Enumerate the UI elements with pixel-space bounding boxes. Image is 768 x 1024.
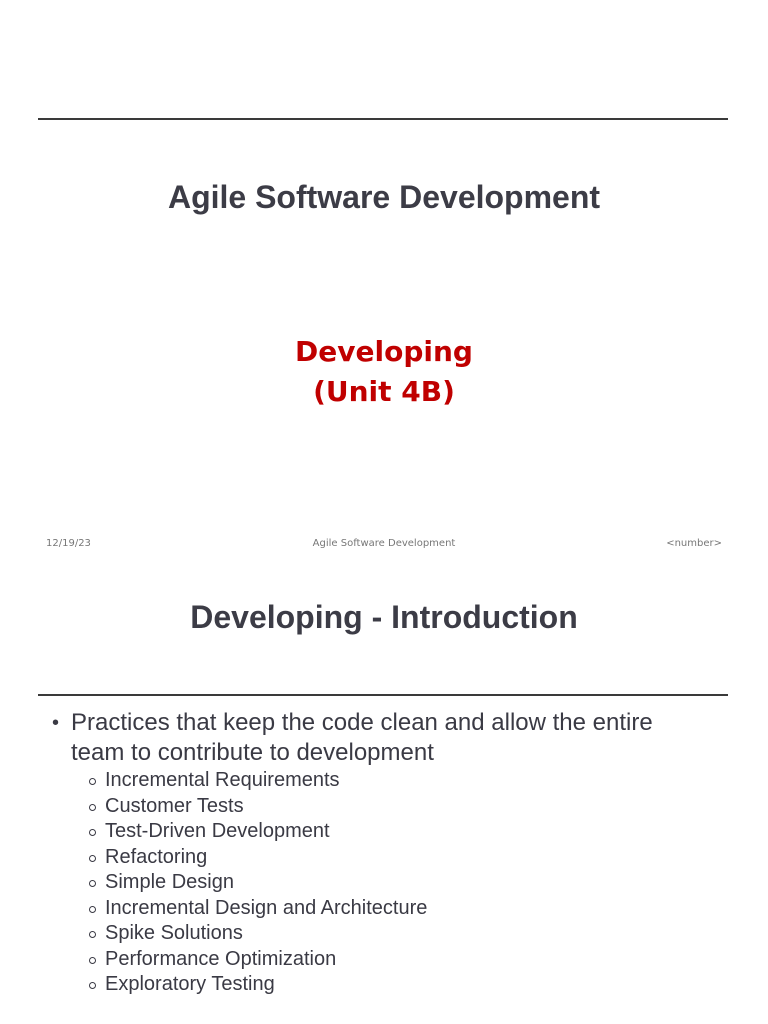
hollow-bullet-icon bbox=[89, 982, 96, 989]
footer-slide-number: <number> bbox=[666, 538, 722, 549]
sub-bullet-text: Incremental Requirements bbox=[105, 769, 340, 791]
hollow-bullet-icon bbox=[89, 854, 96, 862]
content-slide: Developing - Introduction Practices that… bbox=[0, 560, 768, 1024]
sub-bullet: Exploratory Testing bbox=[89, 972, 712, 998]
hollow-bullet-icon bbox=[89, 829, 96, 836]
title-slide: Agile Software Development Developing (U… bbox=[0, 0, 768, 560]
slide-title: Developing - Introduction bbox=[190, 599, 578, 635]
sub-bullet-text: Incremental Design and Architecture bbox=[105, 896, 428, 919]
sub-bullet-text: Test-Driven Development bbox=[105, 820, 330, 842]
main-bullet: Practices that keep the code clean and a… bbox=[52, 708, 712, 998]
sub-bullet: Performance Optimization bbox=[89, 947, 712, 973]
sub-bullet-text: Customer Tests bbox=[105, 794, 244, 817]
sub-bullet-text: Spike Solutions bbox=[105, 922, 243, 944]
sub-bullet: Incremental Design and Architecture bbox=[89, 896, 712, 922]
subtitle-line-2: (Unit 4B) bbox=[313, 375, 455, 408]
sub-bullet-text: Simple Design bbox=[105, 871, 234, 893]
slide-title: Agile Software Development bbox=[167, 179, 601, 215]
sub-bullet-text: Exploratory Testing bbox=[105, 973, 275, 995]
sub-bullet: Refactoring bbox=[89, 845, 712, 871]
hollow-bullet-icon bbox=[89, 905, 96, 913]
hollow-bullet-icon bbox=[89, 803, 96, 811]
sub-bullet: Spike Solutions bbox=[89, 921, 712, 947]
title-divider bbox=[38, 694, 728, 696]
main-bullet-text: Practices that keep the code clean and a… bbox=[71, 709, 653, 766]
subtitle-line-1: Developing bbox=[295, 335, 473, 368]
sub-bullet: Simple Design bbox=[89, 870, 712, 896]
sub-bullet-text: Refactoring bbox=[105, 845, 208, 868]
header-divider bbox=[38, 118, 728, 120]
hollow-bullet-icon bbox=[89, 956, 96, 964]
hollow-bullet-icon bbox=[89, 778, 96, 785]
sub-bullet-list: Incremental Requirements Customer Tests … bbox=[71, 768, 712, 998]
slide-subtitle: Developing (Unit 4B) bbox=[0, 332, 768, 412]
bullet-list: Practices that keep the code clean and a… bbox=[52, 708, 712, 998]
sub-bullet: Customer Tests bbox=[89, 794, 712, 820]
sub-bullet-text: Performance Optimization bbox=[105, 947, 337, 970]
hollow-bullet-icon bbox=[89, 880, 96, 887]
hollow-bullet-icon bbox=[89, 931, 96, 938]
footer-title: Agile Software Development bbox=[312, 538, 456, 549]
sub-bullet: Test-Driven Development bbox=[89, 819, 712, 845]
sub-bullet: Incremental Requirements bbox=[89, 768, 712, 794]
